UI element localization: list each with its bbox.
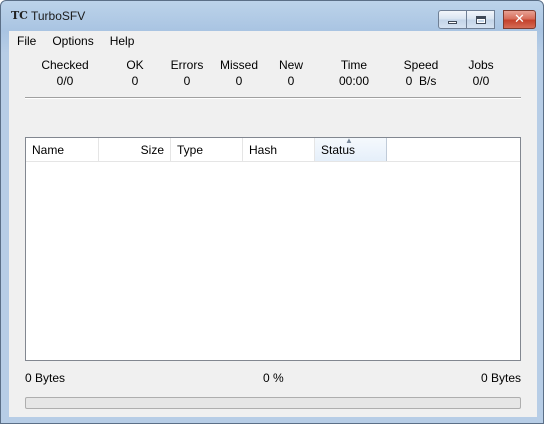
list-header: Name Size Type Hash ▲ Status bbox=[26, 136, 520, 162]
stat-checked-value: 0/0 bbox=[56, 74, 74, 88]
column-header-type[interactable]: Type bbox=[171, 138, 243, 161]
column-header-type-label: Type bbox=[177, 143, 204, 157]
sort-ascending-icon: ▲ bbox=[345, 136, 353, 145]
menu-bar: File Options Help bbox=[9, 31, 537, 51]
stat-ok-label: OK bbox=[126, 58, 144, 72]
menu-options[interactable]: Options bbox=[44, 34, 101, 48]
stat-errors: Errors 0 bbox=[165, 57, 209, 89]
stat-jobs-value: 0/0 bbox=[472, 74, 490, 88]
stat-new-label: New bbox=[278, 58, 303, 72]
stat-missed-label: Missed bbox=[219, 58, 258, 72]
column-header-status[interactable]: ▲ Status bbox=[315, 136, 387, 161]
column-header-name-label: Name bbox=[32, 143, 65, 157]
stat-jobs: Jobs 0/0 bbox=[461, 57, 501, 89]
stat-time: Time 00:00 bbox=[329, 57, 379, 89]
stat-ok-value: 0 bbox=[131, 74, 139, 88]
processed-bytes: 0 Bytes bbox=[25, 371, 66, 385]
progress-bar bbox=[25, 397, 521, 409]
client-area: Checked 0/0 OK 0 Errors 0 Missed 0 New 0… bbox=[9, 51, 537, 417]
separator bbox=[25, 97, 521, 99]
column-header-size[interactable]: Size bbox=[99, 138, 171, 161]
progress-percent: 0 % bbox=[263, 371, 284, 385]
total-bytes: 0 Bytes bbox=[480, 371, 521, 385]
close-icon: ✕ bbox=[514, 12, 525, 27]
stat-new: New 0 bbox=[271, 57, 311, 89]
stat-checked-label: Checked bbox=[41, 58, 89, 72]
stat-speed-value: 0 B/s bbox=[405, 74, 437, 88]
maximize-button[interactable] bbox=[467, 10, 495, 29]
file-list[interactable]: Name Size Type Hash ▲ Status bbox=[25, 136, 521, 361]
stat-time-value: 00:00 bbox=[338, 74, 370, 88]
stat-speed-label: Speed bbox=[403, 58, 439, 72]
stat-missed: Missed 0 bbox=[215, 57, 263, 89]
column-header-size-label: Size bbox=[140, 143, 164, 157]
column-header-hash-label: Hash bbox=[249, 143, 278, 157]
maximize-icon bbox=[475, 15, 486, 24]
menu-help[interactable]: Help bbox=[102, 34, 143, 48]
stat-errors-value: 0 bbox=[183, 74, 191, 88]
stat-errors-label: Errors bbox=[170, 58, 204, 72]
stats-panel: Checked 0/0 OK 0 Errors 0 Missed 0 New 0… bbox=[9, 57, 537, 91]
stat-time-label: Time bbox=[340, 58, 368, 72]
title-bar[interactable]: TC TurboSFV ✕ bbox=[1, 1, 543, 31]
minimize-icon bbox=[448, 21, 457, 24]
close-button[interactable]: ✕ bbox=[503, 10, 536, 29]
menu-file[interactable]: File bbox=[9, 34, 44, 48]
stat-speed: Speed 0 B/s bbox=[391, 57, 451, 89]
window-title: TurboSFV bbox=[31, 9, 86, 23]
column-header-hash[interactable]: Hash bbox=[243, 138, 315, 161]
stat-missed-value: 0 bbox=[235, 74, 243, 88]
status-footer: 0 Bytes 0 % 0 Bytes bbox=[25, 371, 521, 387]
app-icon: TC bbox=[11, 9, 28, 22]
app-window: TC TurboSFV ✕ File Options Help Checked … bbox=[0, 0, 544, 424]
stat-checked: Checked 0/0 bbox=[37, 57, 93, 89]
minimize-button[interactable] bbox=[438, 10, 467, 29]
stat-jobs-label: Jobs bbox=[468, 58, 494, 72]
stat-new-value: 0 bbox=[287, 74, 295, 88]
stat-ok: OK 0 bbox=[115, 57, 155, 89]
column-header-name[interactable]: Name bbox=[26, 138, 99, 161]
